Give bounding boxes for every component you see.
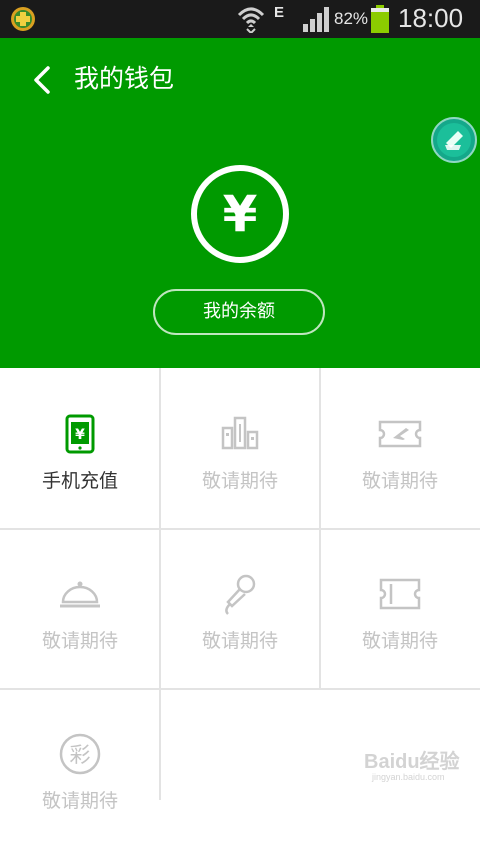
- city-buildings-icon: [221, 416, 259, 450]
- battery-percent: 82%: [334, 9, 369, 28]
- svg-text:Baidu经验: Baidu经验: [364, 749, 460, 773]
- grid-item-label: 敬请期待: [361, 470, 438, 492]
- page-title: 我的钱包: [74, 64, 175, 93]
- grid-item-coming-soon[interactable]: 敬请期待: [160, 368, 320, 528]
- baidu-jingyan-watermark: Baidu经验 jingyan.baidu.com: [364, 749, 460, 782]
- my-balance-button[interactable]: 我的余额: [153, 289, 325, 335]
- ticket-icon: [379, 578, 421, 610]
- signal-strength-icon: [303, 7, 329, 32]
- flight-ticket-icon: [378, 420, 422, 448]
- currency-symbol: ¥: [223, 185, 258, 243]
- wifi-icon: [237, 7, 265, 33]
- back-arrow-icon[interactable]: [28, 64, 58, 96]
- wallet-header: 我的钱包 ¥ 我的余额: [0, 38, 480, 368]
- grid-divider: [0, 688, 480, 690]
- floating-clean-button[interactable]: [431, 117, 477, 163]
- status-bar: E 82% 18:00: [0, 0, 480, 38]
- grid-item-coming-soon[interactable]: 敬请期待: [160, 528, 320, 688]
- grid-item-coming-soon[interactable]: 敬请期待: [0, 528, 160, 688]
- food-dome-icon: [60, 581, 100, 608]
- svg-text:¥: ¥: [75, 427, 85, 443]
- grid-item-label: 敬请期待: [361, 630, 438, 652]
- svg-text:jingyan.baidu.com: jingyan.baidu.com: [371, 772, 445, 782]
- grid-item-mobile-recharge[interactable]: ¥ 手机充值: [0, 368, 160, 528]
- network-type: E: [274, 4, 285, 21]
- grid-divider: [0, 528, 480, 530]
- yuan-currency-icon: ¥: [191, 165, 289, 263]
- lottery-cai-icon: 彩: [59, 733, 101, 775]
- phone-yuan-icon: ¥: [65, 414, 95, 454]
- grid-item-label: 手机充值: [41, 470, 118, 492]
- app-notification-icon: [11, 7, 35, 31]
- svg-text:彩: 彩: [70, 743, 91, 767]
- grid-item-coming-soon[interactable]: 敬请期待: [320, 528, 480, 688]
- microphone-icon: [225, 574, 256, 615]
- grid-item-label: 敬请期待: [201, 470, 278, 492]
- services-grid: ¥ 手机充值 敬请期待 敬请期待 敬请期待 敬请期待 敬请期待 彩 敬请期待: [0, 368, 480, 812]
- clock-time: 18:00: [398, 3, 464, 33]
- grid-item-label: 敬请期待: [41, 630, 118, 652]
- battery-icon: [371, 5, 389, 33]
- grid-item-label: 敬请期待: [201, 630, 278, 652]
- grid-divider: [159, 368, 161, 800]
- grid-item-coming-soon[interactable]: 彩 敬请期待: [0, 688, 160, 848]
- grid-item-coming-soon[interactable]: 敬请期待: [320, 368, 480, 528]
